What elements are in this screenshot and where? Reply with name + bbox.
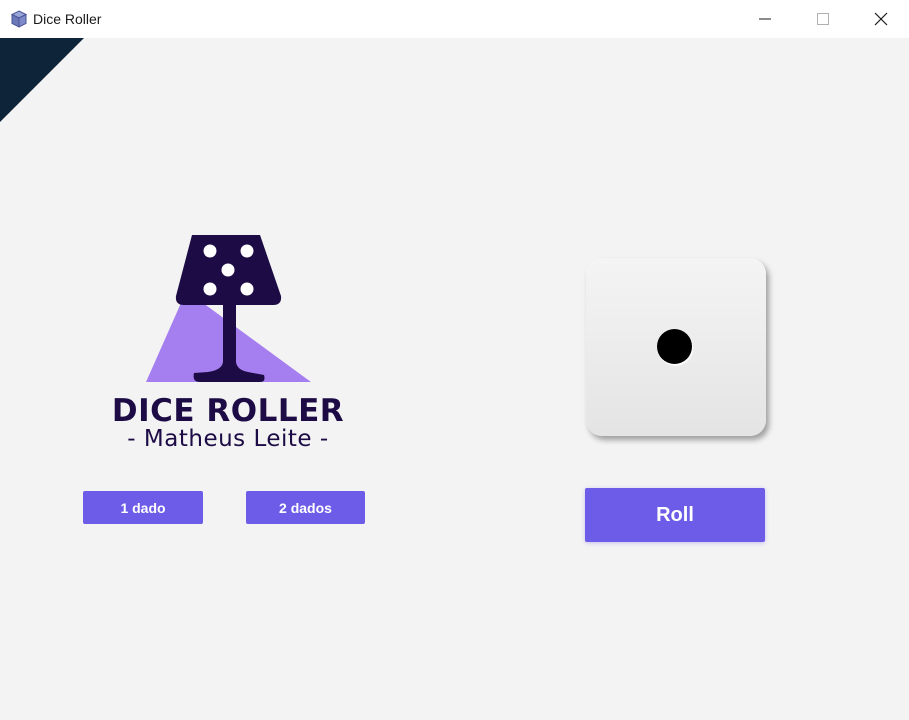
close-button[interactable]: [852, 0, 909, 38]
one-die-button[interactable]: 1 dado: [83, 491, 203, 524]
logo-dot: [203, 282, 217, 296]
logo-subtitle: - Matheus Leite -: [127, 426, 329, 452]
logo-title: DICE ROLLER: [111, 393, 345, 429]
minimize-icon: [759, 18, 771, 20]
minimize-button[interactable]: [736, 0, 794, 38]
cube-icon: [10, 10, 28, 28]
two-dice-button[interactable]: 2 dados: [246, 491, 365, 524]
title-bar: Dice Roller: [0, 0, 909, 38]
logo-dot: [221, 263, 235, 277]
die-face: [586, 258, 766, 436]
close-icon: [874, 12, 888, 26]
roll-button[interactable]: Roll: [585, 488, 765, 542]
logo-lamp-stem: [223, 303, 236, 365]
logo-dot: [203, 244, 217, 258]
die-pip: [657, 329, 692, 364]
logo-dot: [240, 244, 254, 258]
corner-decoration: [0, 38, 84, 122]
window-title: Dice Roller: [33, 11, 102, 27]
maximize-icon: [817, 13, 829, 25]
logo-dot: [240, 282, 254, 296]
maximize-button[interactable]: [794, 0, 852, 38]
